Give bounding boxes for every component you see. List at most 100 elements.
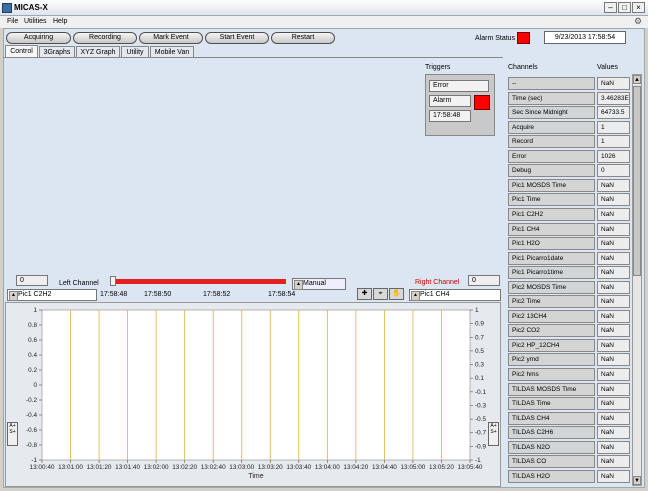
channel-name-cell[interactable]: Pic1 H2O bbox=[508, 237, 595, 250]
panel-settings-icon[interactable]: ⚙ bbox=[632, 17, 644, 27]
datetime-display: 9/23/2013 17:58:54 bbox=[544, 31, 626, 44]
channel-value-cell: NaN bbox=[597, 455, 630, 468]
x-tick-label: 13:03:40 bbox=[286, 464, 311, 471]
x-tick-label: 13:05:20 bbox=[429, 464, 454, 471]
channel-name-cell[interactable]: TILDAS Time bbox=[508, 397, 595, 410]
scroll-down-icon[interactable]: ▼ bbox=[633, 476, 641, 485]
left-tick-label: 0.8 bbox=[28, 322, 37, 329]
right-tick-label: -0.7 bbox=[475, 430, 486, 437]
window-title: MICAS-X bbox=[14, 3, 48, 12]
channels-header: Channels bbox=[508, 64, 538, 71]
channel-scrollbar-thumb[interactable] bbox=[633, 86, 641, 276]
x-tick-label: 13:05:00 bbox=[400, 464, 425, 471]
time-slider-bar[interactable] bbox=[114, 279, 286, 284]
close-icon[interactable]: × bbox=[632, 2, 645, 13]
left-tick-label: -1 bbox=[31, 457, 37, 464]
channel-name-cell[interactable]: TILDAS MOSDS Time bbox=[508, 383, 595, 396]
mode-select[interactable]: ▲ Manual bbox=[292, 278, 346, 290]
channel-name-cell[interactable]: Error bbox=[508, 150, 595, 163]
channel-name-cell[interactable]: -- bbox=[508, 77, 595, 90]
channel-value-cell: 1 bbox=[597, 135, 630, 148]
channel-name-cell[interactable]: Pic1 Time bbox=[508, 193, 595, 206]
channel-name-cell[interactable]: Pic2 HP_12CH4 bbox=[508, 339, 595, 352]
left-autoscale-button[interactable]: A+ S+ bbox=[7, 422, 18, 446]
channel-value-cell: NaN bbox=[597, 339, 630, 352]
channel-name-cell[interactable]: TILDAS N2O bbox=[508, 441, 595, 454]
x-tick-label: 13:00:40 bbox=[30, 464, 55, 471]
channel-value-cell: NaN bbox=[597, 368, 630, 381]
channel-value-cell: 3.46283E bbox=[597, 92, 630, 105]
right-channel-label: Right Channel bbox=[415, 279, 460, 286]
acquiring-button[interactable]: Acquiring bbox=[6, 32, 71, 44]
channel-name-cell[interactable]: Time (sec) bbox=[508, 92, 595, 105]
scroll-up-icon[interactable]: ▲ bbox=[633, 75, 641, 84]
channel-value-cell: NaN bbox=[597, 179, 630, 192]
right-autoscale-button[interactable]: A+ S+ bbox=[488, 422, 499, 446]
right-tick-label: -0.1 bbox=[475, 389, 486, 396]
channel-name-cell[interactable]: Acquire bbox=[508, 121, 595, 134]
channel-name-cell[interactable]: Pic1 CH4 bbox=[508, 223, 595, 236]
channel-name-cell[interactable]: Pic1 C2H2 bbox=[508, 208, 595, 221]
menu-utilities[interactable]: Utilities bbox=[24, 18, 47, 25]
triggers-title: Triggers bbox=[425, 64, 451, 71]
channel-name-cell[interactable]: Pic2 hms bbox=[508, 368, 595, 381]
channel-name-cell[interactable]: Pic2 ymd bbox=[508, 353, 595, 366]
time-series-chart[interactable]: 13:00:40 13:01:00 13:01:20 13:01:40 13:02:00… bbox=[0, 300, 508, 490]
left-tick-label: -0.4 bbox=[26, 412, 37, 419]
channel-value-cell: NaN bbox=[597, 310, 630, 323]
x-axis-label: Time bbox=[248, 473, 263, 480]
menu-file[interactable]: File bbox=[7, 18, 18, 25]
cursor-icon[interactable]: ⌖ bbox=[373, 288, 388, 300]
minimize-icon[interactable]: – bbox=[604, 2, 617, 13]
trigger-level-field: Alarm bbox=[429, 95, 471, 107]
right-tick-label: -0.3 bbox=[475, 402, 486, 409]
left-channel-label: Left Channel bbox=[59, 280, 99, 287]
x-tick-label: 13:01:20 bbox=[87, 464, 112, 471]
channel-value-cell: 0 bbox=[597, 164, 630, 177]
restart-button[interactable]: Restart bbox=[271, 32, 335, 44]
channel-value-cell: NaN bbox=[597, 412, 630, 425]
channel-value-cell: NaN bbox=[597, 223, 630, 236]
dropdown-arrow-icon: ▲ bbox=[294, 280, 303, 290]
channel-name-cell[interactable]: Debug bbox=[508, 164, 595, 177]
start-event-button[interactable]: Start Event bbox=[205, 32, 269, 44]
channel-name-cell[interactable]: Pic2 CO2 bbox=[508, 324, 595, 337]
right-tick-label: 1 bbox=[475, 307, 479, 314]
right-channel-select-text: Pic1 CH4 bbox=[420, 291, 450, 298]
right-tick-label: 0.7 bbox=[475, 334, 484, 341]
pan-hand-icon[interactable]: ✋ bbox=[389, 288, 404, 300]
channel-name-cell[interactable]: TILDAS C2H6 bbox=[508, 426, 595, 439]
channel-value-cell: NaN bbox=[597, 324, 630, 337]
channel-value-cell: NaN bbox=[597, 266, 630, 279]
mark-event-button[interactable]: Mark Event bbox=[139, 32, 203, 44]
alarm-status-indicator bbox=[517, 32, 530, 44]
channel-value-cell: 64733.5 bbox=[597, 106, 630, 119]
channel-name-cell[interactable]: TILDAS CH4 bbox=[508, 412, 595, 425]
right-tick-label: 0.1 bbox=[475, 375, 484, 382]
channel-name-cell[interactable]: Pic2 13CH4 bbox=[508, 310, 595, 323]
channel-name-cell[interactable]: Sec Since Midnight bbox=[508, 106, 595, 119]
time-slider-knob[interactable] bbox=[110, 276, 116, 286]
mode-select-text: Manual bbox=[303, 280, 326, 287]
channel-name-cell[interactable]: Pic2 MOSDS Time bbox=[508, 281, 595, 294]
left-tick-label: -0.2 bbox=[26, 397, 37, 404]
plot-area bbox=[41, 309, 471, 461]
trigger-state-field: Error bbox=[429, 80, 489, 92]
left-tick-label: 1 bbox=[33, 307, 37, 314]
menu-help[interactable]: Help bbox=[53, 18, 67, 25]
right-channel-value[interactable]: 0 bbox=[468, 275, 500, 286]
channel-value-cell: NaN bbox=[597, 252, 630, 265]
zoom-icon[interactable]: ✚ bbox=[357, 288, 372, 300]
maximize-icon[interactable]: □ bbox=[618, 2, 631, 13]
left-channel-value[interactable]: 0 bbox=[16, 275, 48, 286]
channel-name-cell[interactable]: Pic1 MOSDS Time bbox=[508, 179, 595, 192]
channel-name-cell[interactable]: Pic2 Time bbox=[508, 295, 595, 308]
channel-name-cell[interactable]: TILDAS H2O bbox=[508, 470, 595, 483]
channel-name-cell[interactable]: Record bbox=[508, 135, 595, 148]
channel-name-cell[interactable]: Pic1 Picarro1date bbox=[508, 252, 595, 265]
channel-name-cell[interactable]: TILDAS CO bbox=[508, 455, 595, 468]
channel-name-cell[interactable]: Pic1 Picarro1time bbox=[508, 266, 595, 279]
slider-tick: 17:58:54 bbox=[268, 291, 296, 298]
recording-button[interactable]: Recording bbox=[73, 32, 137, 44]
left-tick-label: 0.4 bbox=[28, 352, 37, 359]
